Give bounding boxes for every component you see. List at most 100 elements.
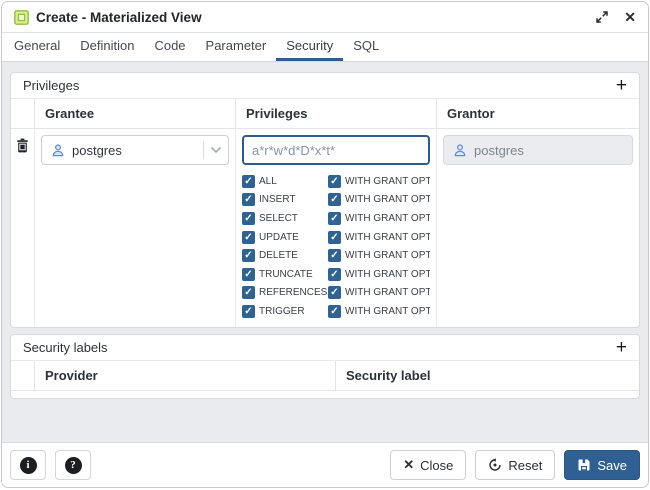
checkbox-trigger-grant-option[interactable]: ✓ [328,305,341,318]
privilege-row-update: ✓ UPDATE ✓ WITH GRANT OPTION [242,228,430,247]
grant-option-label: WITH GRANT OPTION [345,194,430,205]
security-tab-content: Privileges + Grantee Privileges Grantor [2,62,648,442]
close-button[interactable]: ✕ Close [390,450,466,480]
privilege-row-trigger: ✓ TRIGGER ✓ WITH GRANT OPTION [242,302,430,321]
tab-security[interactable]: Security [276,33,343,61]
checkbox-insert[interactable]: ✓ [242,193,255,206]
grantor-cell: postgres [437,129,639,327]
tab-code[interactable]: Code [144,33,195,61]
security-labels-panel: Security labels + Provider Security labe… [10,334,640,399]
user-icon [51,143,65,157]
grant-option-label: WITH GRANT OPTION [345,287,430,298]
grant-option-label: WITH GRANT OPTION [345,250,430,261]
privilege-label: ALL [259,176,277,187]
checkbox-references-grant-option[interactable]: ✓ [328,286,341,299]
maximize-icon[interactable] [596,11,608,23]
select-divider [203,141,204,159]
grant-option-label: WITH GRANT OPTION [345,232,430,243]
tab-definition[interactable]: Definition [70,33,144,61]
create-materialized-view-dialog: Create - Materialized View ✕ General Def… [1,1,649,488]
titlebar: Create - Materialized View ✕ [2,2,648,33]
checkbox-all-grant-option[interactable]: ✓ [328,175,341,188]
info-button[interactable]: i [10,450,46,480]
close-icon[interactable]: ✕ [624,10,636,24]
checkbox-truncate[interactable]: ✓ [242,268,255,281]
privileges-column-header: Privileges [236,99,437,129]
grantor-value: postgres [474,143,524,158]
security-labels-table: Provider Security label [11,361,639,391]
reset-icon [488,458,502,472]
checkbox-update-grant-option[interactable]: ✓ [328,231,341,244]
privilege-row-insert: ✓ INSERT ✓ WITH GRANT OPTION [242,191,430,210]
privileges-cell: ✓ ALL ✓ WITH GRANT OPTION ✓ INSERT ✓ WITH GR… [236,129,437,327]
grantor-column-header: Grantor [437,99,639,129]
privilege-checkbox-list: ✓ ALL ✓ WITH GRANT OPTION ✓ INSERT ✓ WITH GR… [242,172,430,321]
privilege-label: TRIGGER [259,306,305,317]
privileges-section-title: Privileges [23,78,79,93]
privilege-label: SELECT [259,213,298,224]
privilege-label: DELETE [259,250,298,261]
privilege-label: UPDATE [259,232,299,243]
footer-actions: ✕ Close Reset [390,450,640,480]
checkbox-delete[interactable]: ✓ [242,249,255,262]
checkbox-all[interactable]: ✓ [242,175,255,188]
checkbox-trigger[interactable]: ✓ [242,305,255,318]
security-label-column-header: Security label [336,361,639,391]
materialized-view-icon [14,10,29,25]
add-privilege-button[interactable]: + [616,76,627,95]
help-icon: ? [65,457,82,474]
privilege-row-all: ✓ ALL ✓ WITH GRANT OPTION [242,172,430,191]
privilege-label: INSERT [259,194,296,205]
tab-sql[interactable]: SQL [343,33,389,61]
checkbox-select-grant-option[interactable]: ✓ [328,212,341,225]
checkbox-references[interactable]: ✓ [242,286,255,299]
checkbox-update[interactable]: ✓ [242,231,255,244]
chevron-down-icon[interactable] [210,146,222,154]
grantee-cell: postgres [35,129,236,327]
info-icon: i [20,457,37,474]
user-icon [453,143,467,157]
grantee-column-header: Grantee [35,99,236,129]
delete-row-icon[interactable] [16,138,29,327]
provider-column-header: Provider [35,361,336,391]
grantee-select[interactable]: postgres [41,135,229,165]
security-labels-section-title: Security labels [23,340,108,355]
close-button-label: Close [420,458,453,473]
reset-button[interactable]: Reset [475,450,555,480]
save-icon [577,458,591,472]
grant-option-label: WITH GRANT OPTION [345,269,430,280]
privilege-label: REFERENCES [259,287,327,298]
save-button-label: Save [597,458,627,473]
grant-option-label: WITH GRANT OPTION [345,176,430,187]
close-x-icon: ✕ [403,457,414,473]
tab-bar: General Definition Code Parameter Securi… [2,33,648,62]
grant-option-label: WITH GRANT OPTION [345,213,430,224]
checkbox-select[interactable]: ✓ [242,212,255,225]
privileges-gutter-header [11,99,35,129]
security-labels-panel-header: Security labels + [11,335,639,361]
privilege-label: TRUNCATE [259,269,313,280]
checkbox-delete-grant-option[interactable]: ✓ [328,249,341,262]
grant-option-label: WITH GRANT OPTION [345,306,430,317]
help-button[interactable]: ? [55,450,91,480]
privileges-panel: Privileges + Grantee Privileges Grantor [10,72,640,328]
add-security-label-button[interactable]: + [616,338,627,357]
privilege-row-delete-cell [11,129,35,327]
security-labels-empty-area [11,391,639,398]
privilege-row-select: ✓ SELECT ✓ WITH GRANT OPTION [242,209,430,228]
tab-general[interactable]: General [4,33,70,61]
security-labels-gutter-header [11,361,35,391]
privilege-row-truncate: ✓ TRUNCATE ✓ WITH GRANT OPTION [242,265,430,284]
privilege-row-references: ✓REFERENCES ✓WITH GRANT OPTION [242,284,430,303]
privilege-row-delete: ✓ DELETE ✓ WITH GRANT OPTION [242,246,430,265]
checkbox-insert-grant-option[interactable]: ✓ [328,193,341,206]
privileges-input[interactable] [242,135,430,165]
dialog-footer: i ? ✕ Close Reset [2,442,648,487]
privileges-panel-header: Privileges + [11,73,639,99]
grantee-value: postgres [72,143,203,158]
save-button[interactable]: Save [564,450,640,480]
tab-parameter[interactable]: Parameter [196,33,277,61]
grantor-field-disabled: postgres [443,135,633,165]
checkbox-truncate-grant-option[interactable]: ✓ [328,268,341,281]
privileges-table: Grantee Privileges Grantor [11,99,639,327]
